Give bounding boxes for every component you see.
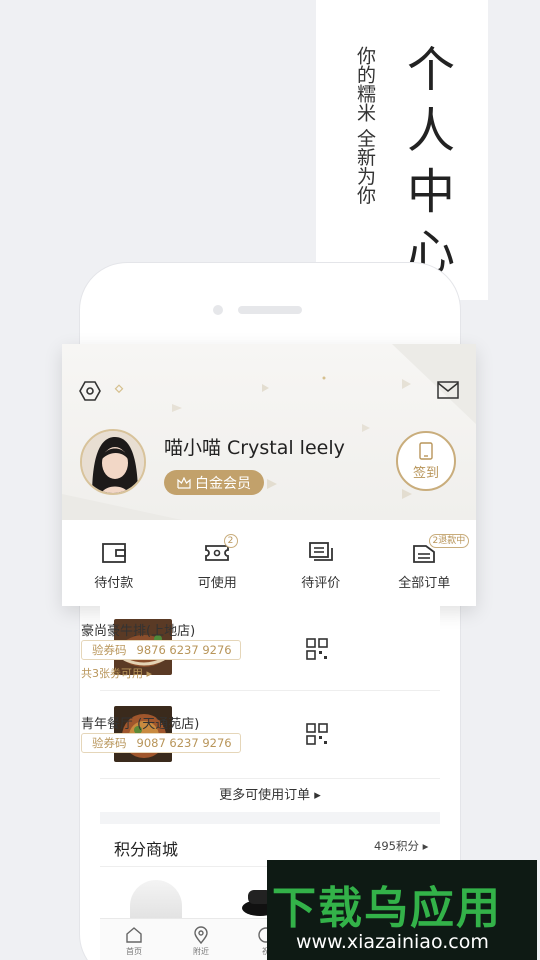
voucher-code: 验券码 9876 6237 9276 xyxy=(81,640,241,660)
tab-home[interactable]: 首页 xyxy=(114,918,154,957)
order-pending-payment[interactable]: 待付款 xyxy=(62,520,166,606)
voucher-code-label: 验券码 xyxy=(92,643,127,657)
home-icon xyxy=(126,927,142,943)
order-label: 全部订单 xyxy=(398,576,451,591)
phone-speaker xyxy=(238,306,302,314)
order-shortcuts: 待付款 可使用 2 待评价 全部订单 2退款中 xyxy=(62,520,476,606)
promo-subtitle: 你的糯米 全新为你 xyxy=(354,46,376,205)
location-icon xyxy=(194,926,208,944)
order-count-badge: 2 xyxy=(223,534,238,548)
voucher-code-value: 9087 6237 9276 xyxy=(136,736,232,750)
watermark-logo: 下载乌应用 xyxy=(272,883,502,934)
watermark-url: www.xiazainiao.com xyxy=(296,931,489,953)
comment-icon xyxy=(308,542,333,561)
more-orders-link[interactable]: 更多可使用订单 ▸ xyxy=(100,778,440,812)
tab-label: 首页 xyxy=(126,947,142,956)
mail-icon[interactable] xyxy=(437,381,459,399)
voucher-divider xyxy=(100,690,440,691)
voucher-name: 青年餐厅 (天通苑店) xyxy=(81,717,200,732)
member-level: 白金会员 xyxy=(195,475,251,492)
promo-title-char: 人 xyxy=(406,103,455,159)
checkin-button[interactable]: 签到 xyxy=(396,431,456,491)
order-to-review[interactable]: 待评价 xyxy=(269,520,373,606)
member-badge[interactable]: 白金会员 xyxy=(164,470,264,495)
voucher-code-label: 验券码 xyxy=(92,736,127,750)
order-usable[interactable]: 可使用 2 xyxy=(166,520,270,606)
promo-panel xyxy=(316,0,488,300)
promo-title-char: 中 xyxy=(406,164,455,220)
promo-title-char: 个 xyxy=(406,42,455,98)
phone-icon xyxy=(419,442,433,460)
mall-points[interactable]: 495积分 ▸ xyxy=(374,838,428,854)
order-label: 可使用 xyxy=(197,576,237,591)
phone-camera xyxy=(213,305,223,315)
voucher-count[interactable]: 共3张券可用 ▸ xyxy=(81,665,152,681)
wallet-icon xyxy=(101,543,126,563)
voucher-code-value: 9876 6237 9276 xyxy=(136,643,232,657)
qr-code-icon[interactable] xyxy=(306,723,328,745)
order-label: 待付款 xyxy=(94,576,134,591)
tab-label: 附近 xyxy=(193,947,209,956)
voucher-code: 验券码 9087 6237 9276 xyxy=(81,733,241,753)
voucher-name: 豪尚豪牛排(上地店) xyxy=(81,624,196,639)
username: 喵小喵 Crystal leely xyxy=(164,437,345,459)
order-refund-badge: 2退款中 xyxy=(428,534,470,548)
avatar[interactable] xyxy=(80,429,146,495)
settings-hex-icon[interactable] xyxy=(79,380,101,402)
order-all[interactable]: 全部订单 2退款中 xyxy=(373,520,477,606)
tab-nearby[interactable]: 附近 xyxy=(181,918,221,957)
crown-icon xyxy=(177,476,191,489)
checkin-label: 签到 xyxy=(412,466,439,481)
promo-title: 个 人 中 心 xyxy=(404,40,458,284)
mall-title: 积分商城 xyxy=(114,840,179,859)
order-label: 待评价 xyxy=(301,576,341,591)
qr-code-icon[interactable] xyxy=(306,638,328,660)
